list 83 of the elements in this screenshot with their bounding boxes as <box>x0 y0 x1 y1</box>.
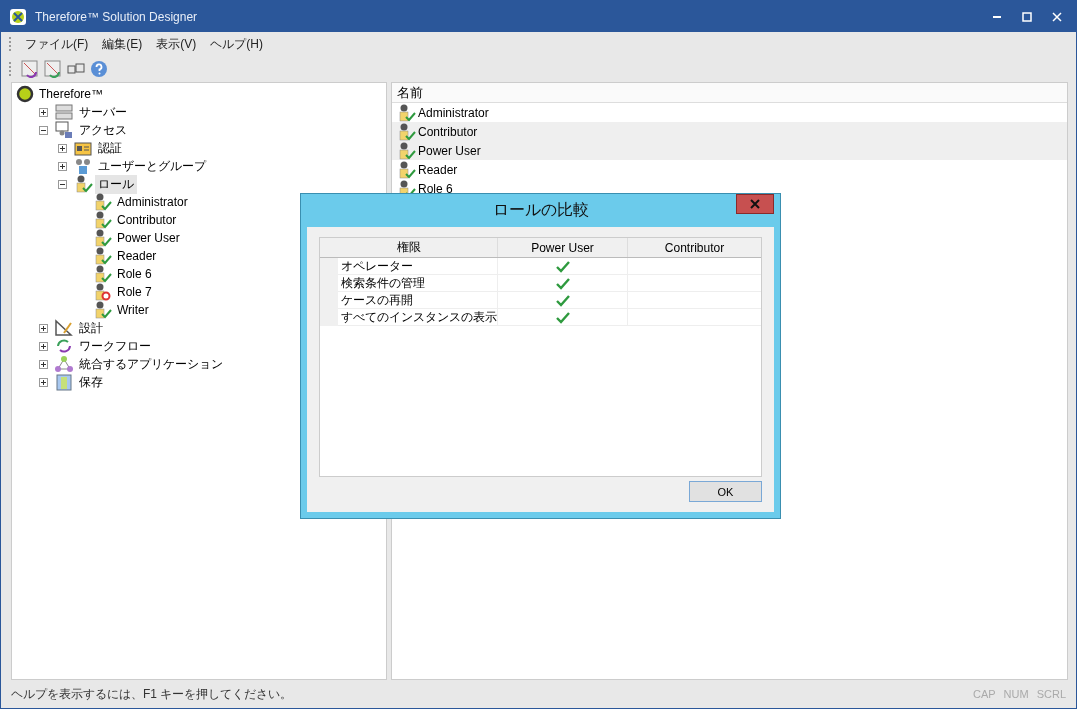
status-indicator: SCRL <box>1036 688 1066 700</box>
expand-icon[interactable] <box>39 107 48 117</box>
expand-icon[interactable] <box>58 143 67 153</box>
tree-item[interactable]: Power User <box>114 230 183 246</box>
cycle-arrows-icon <box>54 337 74 355</box>
collapse-icon[interactable] <box>39 125 48 135</box>
tree-item[interactable]: アクセス <box>76 120 130 140</box>
server-icon <box>54 103 74 121</box>
id-card-icon <box>73 139 93 157</box>
tree-item[interactable]: Writer <box>114 302 152 318</box>
minimize-icon <box>992 15 1002 18</box>
window-title: Therefore™ Solution Designer <box>35 9 199 24</box>
close-icon <box>750 199 760 209</box>
circle-icon <box>16 85 34 103</box>
user-check-icon <box>73 175 93 193</box>
user-check-icon <box>92 265 112 283</box>
check-icon <box>555 294 570 307</box>
status-indicator: NUM <box>1003 688 1029 700</box>
expand-icon[interactable] <box>39 377 48 387</box>
tree-item[interactable]: Role 7 <box>114 284 155 300</box>
compare-icon <box>21 60 39 78</box>
list-item[interactable]: Contributor <box>392 122 1067 141</box>
tree-item[interactable]: 認証 <box>95 138 125 158</box>
column-header[interactable]: 名前 <box>392 83 1067 103</box>
close-button[interactable] <box>736 194 774 214</box>
tree-item[interactable]: Reader <box>114 248 160 264</box>
menu-item[interactable]: 表示(V) <box>150 33 203 55</box>
table-cell: 検索条件の管理 <box>338 275 498 292</box>
table-cell: すべてのインスタンスの表示 <box>338 309 498 326</box>
column-header[interactable]: 権限 <box>320 238 498 257</box>
check-icon <box>555 260 570 273</box>
tree-item[interactable]: ユーザーとグループ <box>95 156 209 176</box>
tree-item[interactable]: サーバー <box>76 102 130 122</box>
close-icon <box>1052 11 1062 22</box>
app-logo-icon <box>9 7 27 26</box>
user-check-icon <box>92 193 112 211</box>
status-text: ヘルプを表示するには、F1 キーを押してください。 <box>11 685 294 703</box>
menu-item[interactable]: ヘルプ(H) <box>204 33 269 55</box>
tree-item[interactable]: 保存 <box>76 372 106 392</box>
access-icon <box>54 121 74 139</box>
toolbar-button[interactable] <box>43 59 63 79</box>
check-icon <box>555 277 570 290</box>
storage-icon <box>54 373 74 391</box>
expand-icon[interactable] <box>39 359 48 369</box>
user-check-icon <box>396 122 416 141</box>
tree-item[interactable]: ワークフロー <box>76 336 154 356</box>
menu-item[interactable]: 編集(E) <box>96 33 149 55</box>
user-blocked-icon <box>92 283 112 301</box>
user-check-icon <box>92 247 112 265</box>
compare-icon <box>44 60 62 78</box>
toolbar-button[interactable] <box>20 59 40 79</box>
list-item[interactable]: Power User <box>392 141 1067 160</box>
help-icon <box>90 60 108 78</box>
ok-button[interactable]: OK <box>689 481 762 502</box>
tree-item[interactable]: 設計 <box>76 318 106 338</box>
expand-icon[interactable] <box>58 161 67 171</box>
tree-item[interactable]: Administrator <box>114 194 191 210</box>
tree-item[interactable]: Contributor <box>114 212 180 228</box>
expand-icon[interactable] <box>39 341 48 351</box>
user-check-icon <box>92 229 112 247</box>
network-icon <box>54 355 74 373</box>
user-check-icon <box>396 160 416 179</box>
user-check-icon <box>396 103 416 122</box>
dialog-title: ロールの比較 <box>492 200 589 220</box>
status-indicator: CAP <box>972 688 996 700</box>
user-check-icon <box>396 141 416 160</box>
user-check-icon <box>92 301 112 319</box>
toolbar-button[interactable] <box>89 59 109 79</box>
menu-item[interactable]: ファイル(F) <box>19 33 95 55</box>
tree-item[interactable]: Therefore™ <box>36 86 107 102</box>
tree-item[interactable]: ロール <box>95 174 137 194</box>
tree-item[interactable]: 統合するアプリケーション <box>76 354 226 374</box>
collapse-icon[interactable] <box>58 179 67 189</box>
maximize-icon <box>1022 11 1032 22</box>
user-check-icon <box>92 211 112 229</box>
tree-item[interactable]: Role 6 <box>114 266 155 282</box>
table-cell: オペレーター <box>338 258 498 275</box>
check-icon <box>555 311 570 324</box>
column-header[interactable]: Power User <box>498 238 628 257</box>
users-icon <box>73 157 93 175</box>
expand-icon[interactable] <box>39 323 48 333</box>
column-header[interactable]: Contributor <box>628 238 761 257</box>
table-cell: ケースの再開 <box>338 292 498 309</box>
